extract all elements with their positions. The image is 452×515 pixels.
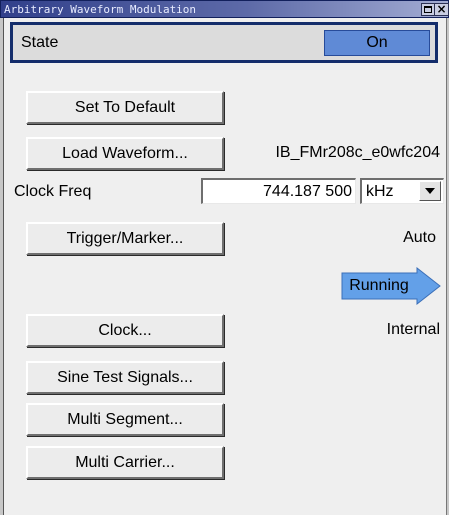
clock-source: Internal [386, 321, 440, 338]
load-waveform-button[interactable]: Load Waveform... [26, 137, 224, 170]
state-row[interactable]: State On [10, 22, 438, 63]
clock-button[interactable]: Clock... [26, 314, 224, 347]
close-button[interactable]: × [435, 3, 449, 16]
waveform-filename: IB_FMr208c_e0wfc204 [275, 144, 440, 161]
window-frame-right-edge [446, 18, 447, 515]
trigger-status: Running [349, 277, 409, 294]
set-to-default-button[interactable]: Set To Default [26, 91, 224, 124]
close-icon: × [436, 2, 447, 16]
trigger-marker-button[interactable]: Trigger/Marker... [26, 222, 224, 255]
state-toggle[interactable]: On [324, 30, 430, 56]
chevron-down-icon[interactable] [419, 181, 441, 201]
maximize-icon [424, 6, 432, 13]
title-bar[interactable]: Arbitrary Waveform Modulation × [0, 0, 449, 18]
window-title: Arbitrary Waveform Modulation [4, 3, 197, 16]
clock-freq-unit-select[interactable]: kHz [360, 178, 444, 204]
running-indicator: Running [341, 267, 441, 305]
state-label: State [21, 34, 59, 51]
clock-freq-label: Clock Freq [14, 183, 92, 200]
sine-test-signals-button[interactable]: Sine Test Signals... [26, 361, 224, 394]
maximize-button[interactable] [421, 3, 435, 16]
multi-segment-button[interactable]: Multi Segment... [26, 403, 224, 436]
window-frame-right [447, 18, 449, 515]
clock-freq-unit: kHz [366, 183, 394, 200]
arb-waveform-window: Arbitrary Waveform Modulation × State On… [0, 0, 452, 515]
clock-freq-input[interactable]: 744.187 500 [201, 178, 356, 204]
trigger-mode: Auto [403, 229, 436, 246]
multi-carrier-button[interactable]: Multi Carrier... [26, 446, 224, 479]
